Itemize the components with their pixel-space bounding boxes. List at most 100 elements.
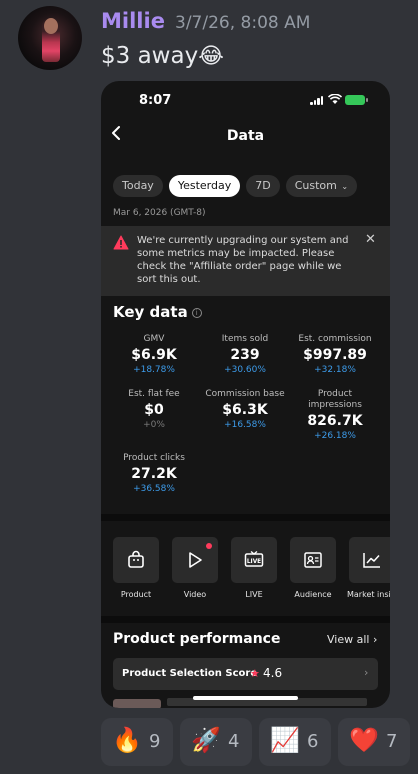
metric-items-sold[interactable]: Items sold 239 +30.60% xyxy=(197,334,293,375)
page-title: Data xyxy=(226,128,265,144)
metric-est-commission[interactable]: Est. commission $997.89 +32.18% xyxy=(287,334,383,375)
reaction-count: 6 xyxy=(307,731,319,752)
tool-product[interactable]: Product xyxy=(112,537,160,599)
tool-label: Audience xyxy=(294,590,332,599)
tab-7d[interactable]: 7D xyxy=(246,175,280,197)
screenshot-attachment[interactable]: 8:07 Data Today Yesterday 7D Custom ⌄ Ma… xyxy=(101,81,390,708)
message-body: $3 away xyxy=(101,43,199,69)
warning-icon xyxy=(113,235,129,250)
svg-text:LIVE: LIVE xyxy=(247,559,261,565)
status-bar: 8:07 xyxy=(101,81,390,119)
banner-text: We're currently upgrading our system and… xyxy=(137,235,349,285)
tab-custom-label: Custom xyxy=(294,179,337,192)
reaction-fire[interactable]: 🔥 9 xyxy=(101,718,173,766)
notification-dot xyxy=(206,543,212,549)
bag-icon xyxy=(128,550,144,568)
metric-label: GMV xyxy=(143,334,165,344)
laughing-emoji-icon: 😂 xyxy=(198,44,224,69)
tool-market-insights[interactable]: Market insi xyxy=(347,537,390,599)
metric-change: +36.58% xyxy=(133,484,175,494)
id-card-icon xyxy=(304,552,322,568)
date-range-tabs: Today Yesterday 7D Custom ⌄ xyxy=(113,175,358,197)
tool-label: Market insi xyxy=(347,590,390,599)
metric-label: Product impressions xyxy=(308,389,362,410)
status-time: 8:07 xyxy=(139,93,172,108)
play-icon xyxy=(189,552,202,568)
metric-change: +16.58% xyxy=(224,420,266,430)
tab-yesterday[interactable]: Yesterday xyxy=(168,175,241,197)
reaction-chart[interactable]: 📈 6 xyxy=(259,718,331,766)
avatar[interactable] xyxy=(18,6,82,70)
section-divider xyxy=(101,616,390,623)
tool-label: LIVE xyxy=(245,590,263,599)
metric-change: +26.18% xyxy=(314,431,356,441)
psc-label: Product Selection Score xyxy=(122,668,258,679)
tool-video[interactable]: Video xyxy=(171,537,219,599)
key-data-label: Key data xyxy=(113,303,188,321)
metric-label: Commission base xyxy=(205,389,285,399)
tool-label: Product xyxy=(120,590,152,599)
fire-icon: 🔥 xyxy=(112,726,142,754)
psc-score: 4.6 xyxy=(263,666,283,680)
metric-commission-base[interactable]: Commission base $6.3K +16.58% xyxy=(197,389,293,430)
message-timestamp: 3/7/26, 8:08 AM xyxy=(175,13,311,33)
metric-value: $6.9K xyxy=(131,347,177,363)
chart-increasing-icon: 📈 xyxy=(270,726,300,754)
metric-value: $6.3K xyxy=(222,402,268,418)
metric-gmv[interactable]: GMV $6.9K +18.78% xyxy=(106,334,202,375)
metric-value: $997.89 xyxy=(303,347,367,363)
star-icon: ★ xyxy=(250,667,260,680)
metric-label: Items sold xyxy=(221,334,269,344)
signal-icon xyxy=(310,96,324,105)
close-icon[interactable]: ✕ xyxy=(365,232,376,247)
live-tv-icon: LIVE xyxy=(244,550,264,567)
section-divider xyxy=(101,514,390,521)
metric-est-flat-fee[interactable]: Est. flat fee $0 +0% xyxy=(106,389,202,430)
key-data-title: Key data i xyxy=(113,303,202,321)
tab-today[interactable]: Today xyxy=(113,175,163,197)
view-all-link[interactable]: View all › xyxy=(327,633,377,646)
battery-icon xyxy=(345,95,368,105)
metric-change: +0% xyxy=(143,420,165,430)
tool-live[interactable]: LIVE LIVE xyxy=(230,537,278,599)
metric-product-clicks[interactable]: Product clicks 27.2K +36.58% xyxy=(106,453,202,494)
metric-change: +32.18% xyxy=(314,365,356,375)
home-indicator xyxy=(193,696,298,700)
metric-label: Product clicks xyxy=(123,453,185,463)
metric-product-impressions[interactable]: Product impressions 826.7K +26.18% xyxy=(287,389,383,441)
product-selection-score-row[interactable]: Product Selection Score ★ 4.6 › xyxy=(113,658,378,690)
reaction-heart[interactable]: ❤️ 7 xyxy=(338,718,410,766)
reaction-rocket[interactable]: 🚀 4 xyxy=(180,718,252,766)
tool-label: Video xyxy=(183,590,207,599)
reaction-count: 4 xyxy=(228,731,240,752)
product-thumbnail xyxy=(113,699,161,708)
tool-audience[interactable]: Audience xyxy=(289,537,337,599)
chevron-down-icon: ⌄ xyxy=(338,182,349,191)
heart-icon: ❤️ xyxy=(349,726,379,754)
metric-change: +18.78% xyxy=(133,365,175,375)
metric-label: Est. commission xyxy=(298,334,372,344)
metric-label: Est. flat fee xyxy=(128,389,180,399)
metric-change: +30.60% xyxy=(224,365,266,375)
reaction-count: 9 xyxy=(149,731,161,752)
view-all-label: View all xyxy=(327,633,370,646)
rocket-icon: 🚀 xyxy=(191,726,221,754)
nav-bar: Data xyxy=(101,125,390,149)
tab-custom[interactable]: Custom ⌄ xyxy=(285,175,358,197)
metric-value: $0 xyxy=(144,402,164,418)
reaction-count: 7 xyxy=(386,731,398,752)
wifi-icon xyxy=(327,93,343,108)
warning-banner: We're currently upgrading our system and… xyxy=(101,226,390,296)
metric-value: 27.2K xyxy=(131,466,177,482)
chevron-right-icon: › xyxy=(364,666,369,679)
chevron-right-icon: › xyxy=(372,633,378,646)
metric-value: 239 xyxy=(230,347,260,363)
chart-icon xyxy=(363,553,380,568)
username[interactable]: Millie xyxy=(101,9,165,33)
reactions-bar: 🔥 9 🚀 4 📈 6 ❤️ 7 xyxy=(101,718,410,766)
metric-value: 826.7K xyxy=(307,413,363,429)
date-label: Mar 6, 2026 (GMT-8) xyxy=(113,208,206,218)
info-icon[interactable]: i xyxy=(191,308,202,318)
product-performance-title: Product performance xyxy=(113,631,281,647)
message-text: $3 away😂 xyxy=(101,43,224,69)
